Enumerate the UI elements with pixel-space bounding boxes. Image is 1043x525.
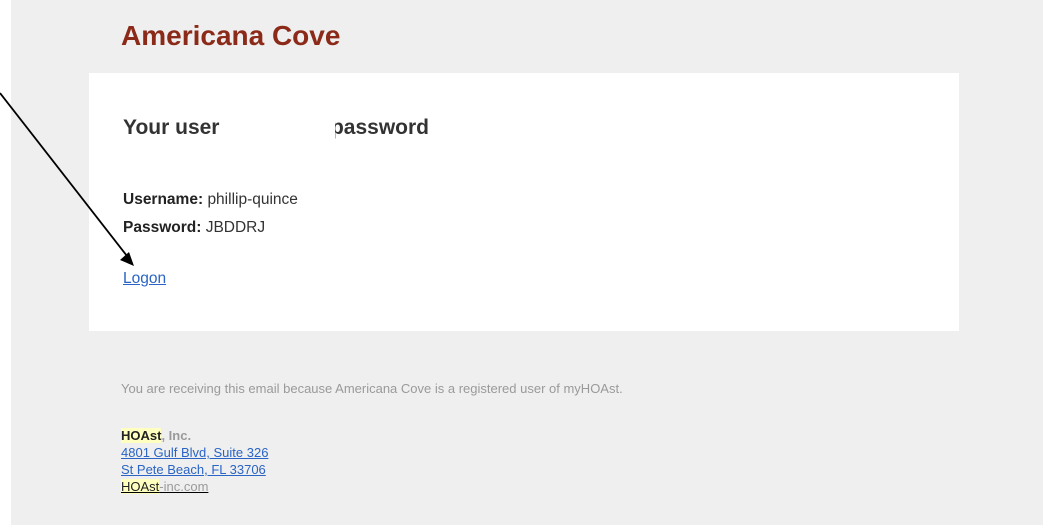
arrow-head <box>120 252 134 266</box>
arrow-shaft <box>0 92 128 257</box>
pointer-arrow-icon <box>0 92 134 266</box>
